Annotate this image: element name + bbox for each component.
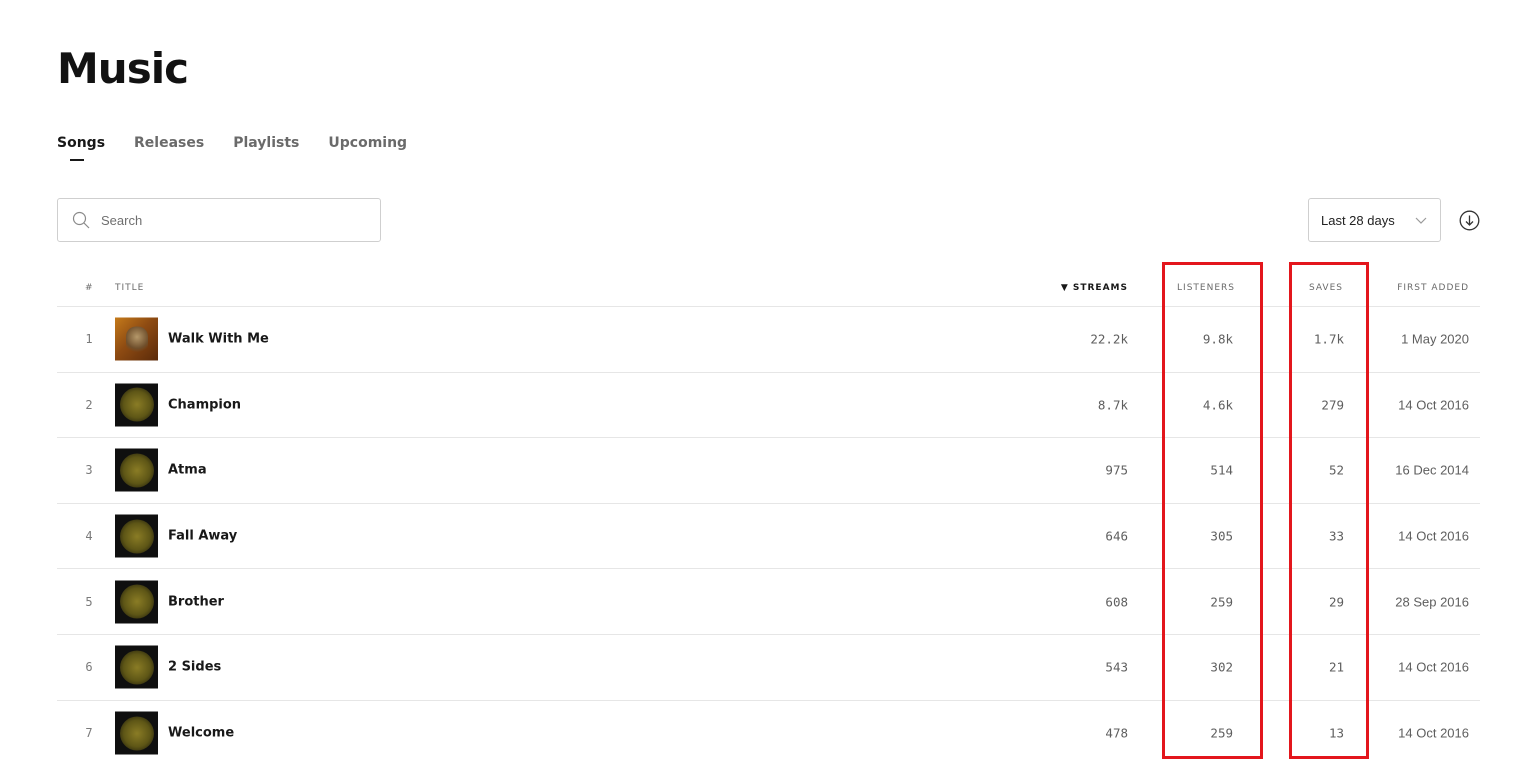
saves-value: 52 bbox=[1328, 462, 1344, 478]
first-added-value: 16 Dec 2014 bbox=[1395, 462, 1469, 478]
streams-value: 543 bbox=[1105, 659, 1128, 675]
album-art bbox=[115, 448, 158, 492]
row-index: 2 bbox=[85, 397, 93, 412]
saves-value: 29 bbox=[1328, 594, 1344, 610]
first-added-value: 14 Oct 2016 bbox=[1398, 397, 1469, 413]
header-first-added[interactable]: FIRST ADDED bbox=[1397, 283, 1469, 293]
listeners-value: 259 bbox=[1210, 594, 1233, 610]
album-art bbox=[115, 711, 158, 755]
song-title[interactable]: Champion bbox=[168, 397, 241, 412]
streams-value: 646 bbox=[1105, 528, 1128, 544]
saves-value: 13 bbox=[1328, 725, 1344, 741]
search-input[interactable] bbox=[101, 212, 351, 228]
table-row[interactable]: 7 Welcome 478 259 13 14 Oct 2016 bbox=[57, 701, 1480, 760]
first-added-value: 14 Oct 2016 bbox=[1398, 725, 1469, 741]
song-title[interactable]: 2 Sides bbox=[168, 660, 221, 675]
date-range-value: Last 28 days bbox=[1321, 212, 1395, 228]
first-added-value: 14 Oct 2016 bbox=[1398, 528, 1469, 544]
table-header: # TITLE ▼ STREAMS LISTENERS SAVES FIRST … bbox=[57, 270, 1480, 307]
tab-songs[interactable]: Songs bbox=[57, 135, 105, 161]
album-art bbox=[115, 317, 158, 361]
table-row[interactable]: 2 Champion 8.7k 4.6k 279 14 Oct 2016 bbox=[57, 373, 1480, 439]
song-title[interactable]: Fall Away bbox=[168, 529, 237, 544]
tab-bar: Songs Releases Playlists Upcoming bbox=[57, 135, 436, 161]
table-row[interactable]: 6 2 Sides 543 302 21 14 Oct 2016 bbox=[57, 635, 1480, 701]
header-listeners[interactable]: LISTENERS bbox=[1177, 283, 1235, 293]
first-added-value: 28 Sep 2016 bbox=[1395, 594, 1469, 610]
saves-value: 21 bbox=[1328, 659, 1344, 675]
song-title[interactable]: Walk With Me bbox=[168, 332, 269, 347]
row-index: 5 bbox=[85, 594, 93, 609]
streams-value: 22.2k bbox=[1090, 331, 1128, 347]
saves-value: 1.7k bbox=[1313, 331, 1344, 347]
row-index: 7 bbox=[85, 726, 93, 741]
tab-upcoming[interactable]: Upcoming bbox=[328, 135, 407, 151]
saves-value: 33 bbox=[1328, 528, 1344, 544]
download-icon bbox=[1459, 210, 1480, 235]
song-title[interactable]: Brother bbox=[168, 594, 224, 609]
table-row[interactable]: 5 Brother 608 259 29 28 Sep 2016 bbox=[57, 569, 1480, 635]
listeners-value: 305 bbox=[1210, 528, 1233, 544]
listeners-value: 4.6k bbox=[1202, 397, 1233, 413]
first-added-value: 1 May 2020 bbox=[1401, 331, 1469, 347]
listeners-value: 259 bbox=[1210, 725, 1233, 741]
search-icon bbox=[72, 211, 90, 229]
header-index: # bbox=[85, 283, 94, 293]
tab-playlists[interactable]: Playlists bbox=[233, 135, 299, 151]
date-range-dropdown[interactable]: Last 28 days bbox=[1308, 198, 1441, 242]
streams-value: 478 bbox=[1105, 725, 1128, 741]
streams-value: 975 bbox=[1105, 462, 1128, 478]
header-title[interactable]: TITLE bbox=[115, 283, 144, 293]
songs-table: # TITLE ▼ STREAMS LISTENERS SAVES FIRST … bbox=[57, 270, 1480, 760]
album-art bbox=[115, 645, 158, 689]
chevron-down-icon bbox=[1415, 214, 1427, 226]
listeners-value: 514 bbox=[1210, 462, 1233, 478]
album-art bbox=[115, 580, 158, 624]
row-index: 6 bbox=[85, 660, 93, 675]
header-streams[interactable]: ▼ STREAMS bbox=[1061, 283, 1128, 293]
row-index: 1 bbox=[85, 332, 93, 347]
song-title[interactable]: Welcome bbox=[168, 726, 234, 741]
search-box[interactable] bbox=[57, 198, 381, 242]
first-added-value: 14 Oct 2016 bbox=[1398, 659, 1469, 675]
download-button[interactable] bbox=[1459, 210, 1480, 231]
table-row[interactable]: 4 Fall Away 646 305 33 14 Oct 2016 bbox=[57, 504, 1480, 570]
header-saves[interactable]: SAVES bbox=[1309, 283, 1343, 293]
album-art bbox=[115, 383, 158, 427]
row-index: 4 bbox=[85, 529, 93, 544]
streams-value: 608 bbox=[1105, 594, 1128, 610]
saves-value: 279 bbox=[1321, 397, 1344, 413]
row-index: 3 bbox=[85, 463, 93, 478]
tab-releases[interactable]: Releases bbox=[134, 135, 204, 151]
table-row[interactable]: 3 Atma 975 514 52 16 Dec 2014 bbox=[57, 438, 1480, 504]
table-row[interactable]: 1 Walk With Me 22.2k 9.8k 1.7k 1 May 202… bbox=[57, 307, 1480, 373]
listeners-value: 9.8k bbox=[1202, 331, 1233, 347]
listeners-value: 302 bbox=[1210, 659, 1233, 675]
page-title: Music bbox=[57, 44, 189, 93]
streams-value: 8.7k bbox=[1097, 397, 1128, 413]
album-art bbox=[115, 514, 158, 558]
song-title[interactable]: Atma bbox=[168, 463, 207, 478]
